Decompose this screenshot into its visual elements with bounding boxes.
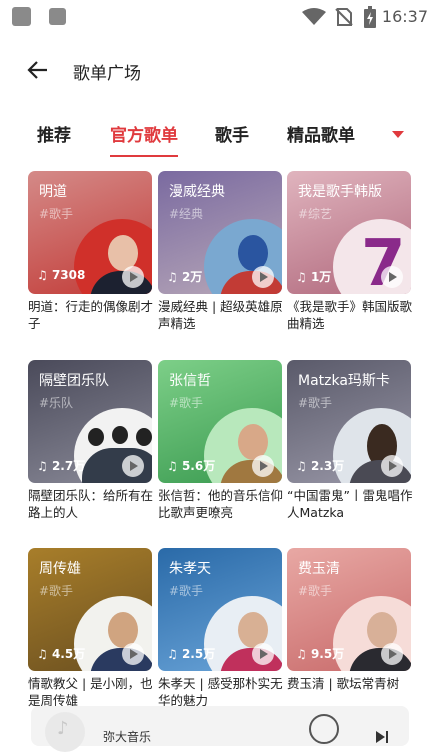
playlist-card[interactable]: 漫威经典 #经典 ♫ 2万 bbox=[158, 171, 282, 294]
play-count: ♫ 4.5万 bbox=[37, 647, 86, 661]
clock: 16:37 bbox=[381, 7, 428, 26]
tab-singers[interactable]: 歌手 bbox=[215, 121, 249, 146]
next-track-icon[interactable] bbox=[375, 730, 389, 744]
playlist-description: 漫威经典 | 超级英雄原声精选 bbox=[158, 299, 283, 331]
playlist-card[interactable]: 隔壁团乐队 #乐队 ♫ 2.7万 bbox=[28, 360, 152, 483]
card-title: 费玉清 bbox=[298, 561, 340, 577]
playlist-card[interactable]: Matzka玛斯卡 #歌手 ♫ 2.3万 bbox=[287, 360, 411, 483]
card-tag: #歌手 bbox=[169, 584, 204, 598]
play-icon[interactable] bbox=[122, 643, 144, 665]
playlist-description: “中国雷鬼”丨雷鬼唱作人Matzka bbox=[287, 488, 413, 520]
play-icon[interactable] bbox=[381, 455, 403, 477]
tab-official-playlists[interactable]: 官方歌单 bbox=[110, 121, 178, 146]
playlist-description: 费玉清 | 歌坛常青树 bbox=[287, 676, 400, 691]
no-sim-icon bbox=[335, 8, 353, 26]
card-title: 我是歌手韩版 bbox=[298, 184, 382, 200]
play-count: ♫ 2.7万 bbox=[37, 459, 86, 473]
player-play-button[interactable] bbox=[309, 714, 339, 744]
card-tag: #歌手 bbox=[39, 584, 74, 598]
card-title: Matzka玛斯卡 bbox=[298, 373, 390, 389]
playlist-description: 张信哲：他的音乐信仰比歌声更嘹亮 bbox=[158, 488, 284, 520]
play-count: ♫ 5.6万 bbox=[167, 459, 216, 473]
play-count: ♫ 2.3万 bbox=[296, 459, 345, 473]
wifi-icon bbox=[302, 8, 326, 25]
playlist-card[interactable]: 张信哲 #歌手 ♫ 5.6万 bbox=[158, 360, 282, 483]
card-tag: #经典 bbox=[169, 207, 204, 221]
play-icon[interactable] bbox=[252, 266, 274, 288]
card-title: 朱孝天 bbox=[169, 561, 211, 577]
card-title: 周传雄 bbox=[39, 561, 81, 577]
play-count: ♫ 9.5万 bbox=[296, 647, 345, 661]
card-tag: #歌手 bbox=[39, 207, 74, 221]
playlist-description: 《我是歌手》韩国版歌曲精选 bbox=[287, 299, 413, 331]
play-icon[interactable] bbox=[122, 266, 144, 288]
notification-icon bbox=[12, 7, 31, 26]
status-bar: 16:37 bbox=[0, 0, 439, 34]
playlist-description: 朱孝天 | 感受那朴实无华的魅力 bbox=[158, 676, 283, 708]
card-tag: #歌手 bbox=[169, 396, 204, 410]
play-icon[interactable] bbox=[252, 643, 274, 665]
playlist-card[interactable]: 周传雄 #歌手 ♫ 4.5万 bbox=[28, 548, 152, 671]
tab-premium-playlists[interactable]: 精品歌单 bbox=[287, 121, 355, 146]
card-title: 张信哲 bbox=[169, 373, 211, 389]
playlist-card[interactable]: 费玉清 #歌手 ♫ 9.5万 bbox=[287, 548, 411, 671]
player-track-title: 弥大音乐 bbox=[103, 730, 152, 744]
tab-bar: 推荐 官方歌单 歌手 精品歌单 bbox=[0, 118, 439, 160]
back-arrow-icon[interactable] bbox=[26, 58, 50, 82]
card-tag: #歌手 bbox=[298, 584, 333, 598]
mini-player[interactable]: ♪ 弥大音乐 bbox=[31, 706, 409, 752]
play-icon[interactable] bbox=[381, 643, 403, 665]
playlist-description: 明道：行走的偶像剧才子 bbox=[28, 299, 154, 331]
play-count: ♫ 1万 bbox=[296, 270, 332, 284]
active-tab-indicator bbox=[110, 155, 178, 157]
card-title: 漫威经典 bbox=[169, 184, 225, 200]
header: 歌单广场 bbox=[0, 52, 439, 88]
notification-icon bbox=[49, 8, 66, 25]
play-icon[interactable] bbox=[252, 455, 274, 477]
chevron-down-icon[interactable] bbox=[392, 131, 404, 138]
card-tag: #综艺 bbox=[298, 207, 333, 221]
playlist-description: 隔壁团乐队：给所有在路上的人 bbox=[28, 488, 154, 520]
tab-recommend[interactable]: 推荐 bbox=[37, 121, 71, 146]
play-icon[interactable] bbox=[381, 266, 403, 288]
card-title: 隔壁团乐队 bbox=[39, 373, 109, 389]
card-tag: #歌手 bbox=[298, 396, 333, 410]
play-icon[interactable] bbox=[122, 455, 144, 477]
play-count: ♫ 7308 bbox=[37, 268, 86, 282]
play-count: ♫ 2.5万 bbox=[167, 647, 216, 661]
play-count: ♫ 2万 bbox=[167, 270, 203, 284]
playlist-card[interactable]: 我是歌手韩版 #综艺 7 ♫ 1万 bbox=[287, 171, 411, 294]
card-title: 明道 bbox=[39, 184, 67, 200]
playlist-card[interactable]: 朱孝天 #歌手 ♫ 2.5万 bbox=[158, 548, 282, 671]
player-album-cover[interactable]: ♪ bbox=[45, 712, 85, 752]
battery-icon bbox=[364, 6, 376, 28]
playlist-description: 情歌教父 | 是小刚，也是周传雄 bbox=[28, 676, 153, 708]
playlist-card[interactable]: 明道 #歌手 ♫ 7308 bbox=[28, 171, 152, 294]
page-title: 歌单广场 bbox=[73, 64, 141, 84]
card-tag: #乐队 bbox=[39, 396, 74, 410]
